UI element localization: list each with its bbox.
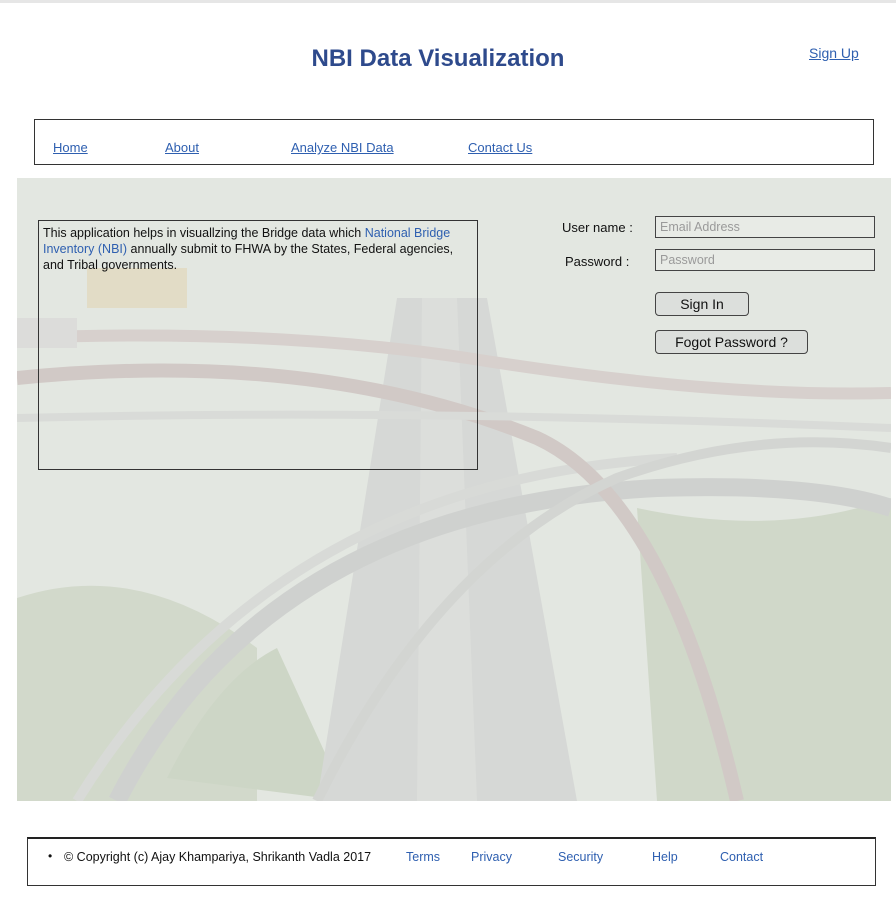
- top-divider: [0, 0, 896, 3]
- sign-in-button[interactable]: Sign In: [655, 292, 749, 316]
- username-label: User name :: [562, 220, 633, 235]
- footer-security-link[interactable]: Security: [558, 850, 603, 864]
- footer-help-link[interactable]: Help: [652, 850, 678, 864]
- description-text: This application helps in visuallzing th…: [43, 226, 365, 240]
- copyright-text: © Copyright (c) Ajay Khampariya, Shrikan…: [64, 850, 372, 864]
- nav-home-link[interactable]: Home: [53, 140, 88, 155]
- footer-privacy-link[interactable]: Privacy: [471, 850, 512, 864]
- nav-analyze-link[interactable]: Analyze NBI Data: [291, 140, 394, 155]
- password-input[interactable]: [655, 249, 875, 271]
- password-label: Password :: [565, 254, 630, 269]
- footer-terms-link[interactable]: Terms: [406, 850, 440, 864]
- username-input[interactable]: [655, 216, 875, 238]
- footer-contact-link[interactable]: Contact: [720, 850, 763, 864]
- main-nav: Home About Analyze NBI Data Contact Us: [34, 119, 874, 165]
- page-title: NBI Data Visualization: [311, 45, 565, 72]
- nav-about-link[interactable]: About: [165, 140, 199, 155]
- app-description-box: This application helps in visuallzing th…: [38, 220, 478, 470]
- bullet-icon: •: [48, 849, 53, 863]
- footer: • © Copyright (c) Ajay Khampariya, Shrik…: [27, 837, 876, 886]
- nav-contact-link[interactable]: Contact Us: [468, 140, 532, 155]
- forgot-password-button[interactable]: Fogot Password ?: [655, 330, 808, 354]
- sign-up-link[interactable]: Sign Up: [809, 45, 859, 61]
